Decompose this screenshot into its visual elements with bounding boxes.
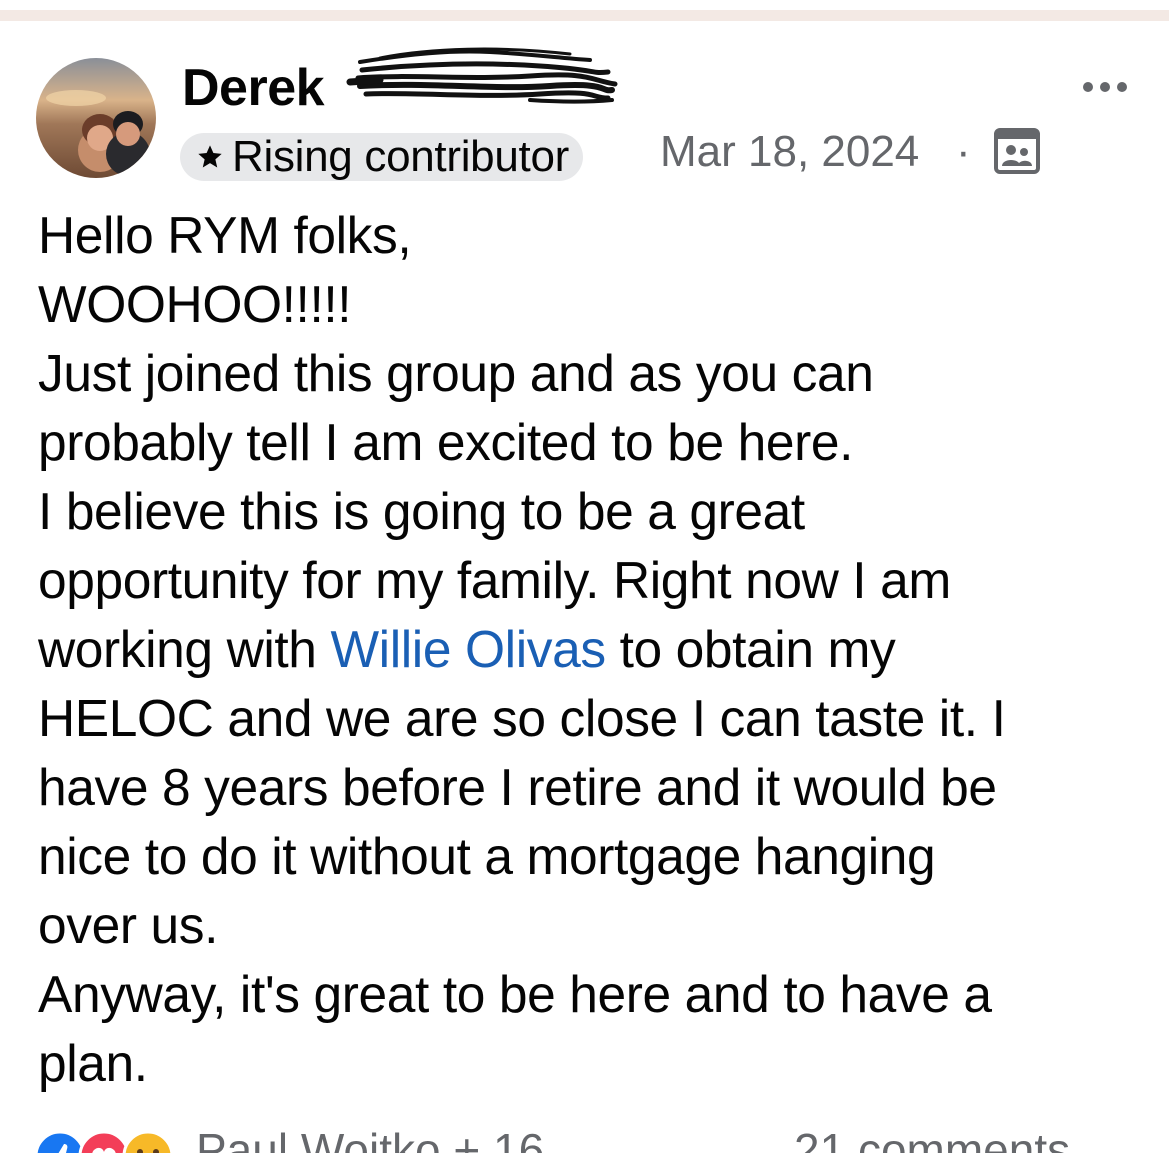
post-text-line: I believe this is going to be a great [38, 482, 805, 540]
meta-separator: · [956, 127, 971, 176]
avatar-photo [36, 58, 156, 178]
comments-count[interactable]: 21 comments [794, 1124, 1070, 1153]
post-body: Hello RYM folks, WOOHOO!!!!! Just joined… [38, 201, 1138, 1098]
post-timestamp[interactable]: Mar 18, 2024 [660, 126, 919, 178]
post-text-line: plan. [38, 1034, 148, 1092]
post-text-line: HELOC and we are so close I can taste it… [38, 689, 1006, 747]
author-avatar[interactable] [36, 58, 156, 178]
care-icon [122, 1130, 174, 1153]
post-text-line: probably tell I am excited to be here. [38, 413, 853, 471]
love-icon [78, 1130, 130, 1153]
badge-label: Rising contributor [232, 132, 569, 181]
post-text-line: Just joined this group and as you can [38, 344, 874, 402]
star-icon [198, 145, 222, 168]
post-text-line: have 8 years before I retire and it woul… [38, 758, 997, 816]
author-name[interactable]: Derek [182, 58, 325, 118]
like-icon [34, 1130, 86, 1153]
text-segment: working with [38, 620, 331, 678]
top-band [0, 0, 1169, 10]
post-text-line: Anyway, it's great to be here and to hav… [38, 965, 992, 1023]
text-segment: to obtain my [605, 620, 896, 678]
post-text-line: WOOHOO!!!!! [38, 275, 352, 333]
post-text-line: over us. [38, 896, 218, 954]
redaction-scribble [346, 47, 618, 104]
post-text-line: working with Willie Olivas to obtain my [38, 615, 1138, 684]
feed-divider [0, 10, 1169, 21]
group-audience-icon [994, 128, 1040, 174]
reaction-names[interactable]: Paul Woitko + 16 [196, 1124, 544, 1153]
reactions-row: Paul Woitko + 16 21 comments [0, 1120, 1169, 1153]
post-text-line: Hello RYM folks, [38, 206, 412, 264]
reaction-icons[interactable] [34, 1130, 184, 1153]
post-text-line: nice to do it without a mortgage hanging [38, 827, 936, 885]
contributor-badge[interactable]: Rising contributor [180, 133, 583, 181]
post-text-line: opportunity for my family. Right now I a… [38, 551, 951, 609]
ellipsis-icon[interactable] [1080, 76, 1130, 98]
mention-link[interactable]: Willie Olivas [330, 620, 606, 678]
